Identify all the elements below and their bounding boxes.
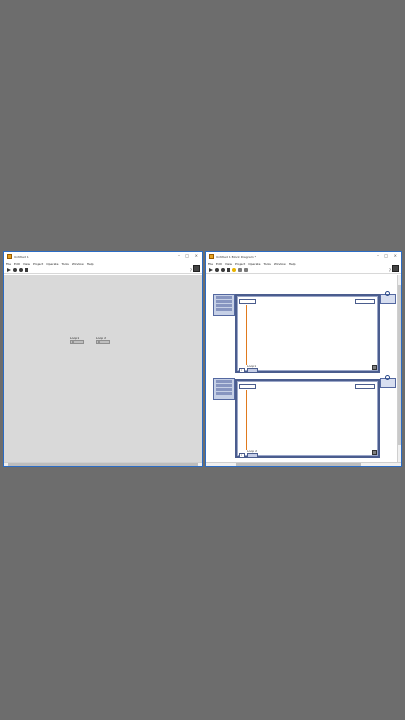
menu-operate[interactable]: Operate <box>46 262 58 266</box>
help-button[interactable]: ? <box>190 268 192 273</box>
pause-icon[interactable] <box>227 268 230 272</box>
loop2-left-node-cluster[interactable] <box>213 378 235 400</box>
wire <box>246 305 247 365</box>
loop1-timer-node[interactable] <box>239 299 256 304</box>
front-panel-toolbar <box>4 267 202 274</box>
loop1-output-node[interactable] <box>355 299 375 304</box>
pause-icon[interactable] <box>25 268 28 272</box>
loop2-indicator-terminal[interactable] <box>247 453 258 458</box>
iteration-terminal[interactable]: i <box>239 368 245 373</box>
scroll-thumb[interactable] <box>8 463 198 466</box>
indicator-loop1: Loop1 0 <box>70 336 84 344</box>
loop-frame <box>237 296 378 371</box>
close-button[interactable]: × <box>394 253 397 259</box>
close-button[interactable]: × <box>195 253 198 259</box>
while-loop-2[interactable]: Loop 2 i <box>235 379 380 458</box>
block-diagram-title: Untitled 1 Block Diagram * <box>216 254 257 259</box>
numeric-indicator: 0 <box>70 340 84 344</box>
front-panel-window: Untitled 1 – □ × File Edit View Project … <box>3 251 203 467</box>
scroll-thumb[interactable] <box>398 285 401 445</box>
loop1-left-node-cluster[interactable] <box>213 294 235 316</box>
labview-app-icon <box>209 254 214 259</box>
wire <box>246 390 247 450</box>
vi-icon <box>193 265 200 272</box>
menu-project[interactable]: Project <box>33 262 43 266</box>
loop1-right-node[interactable] <box>380 291 396 304</box>
menu-help[interactable]: Help <box>87 262 94 266</box>
numeric-indicator: 0 <box>96 340 110 344</box>
menu-operate[interactable]: Operate <box>248 262 260 266</box>
help-button[interactable]: ? <box>389 268 391 273</box>
front-panel-titlebar[interactable]: Untitled 1 – □ × <box>4 252 202 261</box>
loop2-output-node[interactable] <box>355 384 375 389</box>
menu-window[interactable]: Window <box>274 262 286 266</box>
menu-file[interactable]: File <box>6 262 11 266</box>
retain-wire-values-icon[interactable] <box>238 268 242 272</box>
vertical-scrollbar[interactable] <box>397 275 401 463</box>
indicator-loop2: Loop 2 0 <box>96 336 110 344</box>
run-arrow-icon[interactable] <box>7 268 11 272</box>
loop-condition-terminal[interactable] <box>372 365 377 370</box>
maximize-button[interactable]: □ <box>384 253 388 259</box>
run-arrow-icon[interactable] <box>209 268 213 272</box>
scroll-thumb[interactable] <box>236 463 361 466</box>
loop1-indicator-terminal[interactable] <box>247 368 258 373</box>
menu-tools[interactable]: Tools <box>61 262 68 266</box>
menu-view[interactable]: View <box>23 262 30 266</box>
abort-icon[interactable] <box>19 268 23 272</box>
gear-icon <box>385 291 390 296</box>
abort-icon[interactable] <box>221 268 225 272</box>
while-loop-1[interactable]: Loop1 i <box>235 294 380 373</box>
indicator-value: 0 <box>98 339 100 344</box>
menu-edit[interactable]: Edit <box>14 262 20 266</box>
block-diagram-toolbar <box>206 267 401 274</box>
highlight-execution-icon[interactable] <box>232 268 236 272</box>
block-diagram-titlebar[interactable]: Untitled 1 Block Diagram * – □ × <box>206 252 401 261</box>
horizontal-scrollbar[interactable] <box>4 462 202 466</box>
front-panel-canvas[interactable]: Loop1 0 Loop 2 0 <box>4 275 202 466</box>
menu-window[interactable]: Window <box>72 262 84 266</box>
menu-help[interactable]: Help <box>289 262 296 266</box>
loop2-right-node[interactable] <box>380 375 396 388</box>
menu-project[interactable]: Project <box>235 262 245 266</box>
block-diagram-window: Untitled 1 Block Diagram * – □ × File Ed… <box>205 251 402 467</box>
loop-condition-terminal[interactable] <box>372 450 377 455</box>
step-into-icon[interactable] <box>244 268 248 272</box>
loop-frame <box>237 381 378 456</box>
menu-file[interactable]: File <box>208 262 213 266</box>
gear-icon <box>385 375 390 380</box>
labview-app-icon <box>7 254 12 259</box>
loop2-timer-node[interactable] <box>239 384 256 389</box>
menu-edit[interactable]: Edit <box>216 262 222 266</box>
minimize-button[interactable]: – <box>178 253 180 259</box>
front-panel-title: Untitled 1 <box>14 254 29 259</box>
indicator-value: 0 <box>72 339 74 344</box>
vi-icon <box>392 265 399 272</box>
iteration-terminal[interactable]: i <box>239 453 245 458</box>
minimize-button[interactable]: – <box>377 253 379 259</box>
block-diagram-canvas[interactable]: Loop1 i Loop 2 i <box>206 275 401 466</box>
menu-view[interactable]: View <box>225 262 232 266</box>
run-continuous-icon[interactable] <box>215 268 219 272</box>
maximize-button[interactable]: □ <box>185 253 189 259</box>
run-continuous-icon[interactable] <box>13 268 17 272</box>
menu-tools[interactable]: Tools <box>263 262 270 266</box>
horizontal-scrollbar[interactable] <box>206 462 401 466</box>
